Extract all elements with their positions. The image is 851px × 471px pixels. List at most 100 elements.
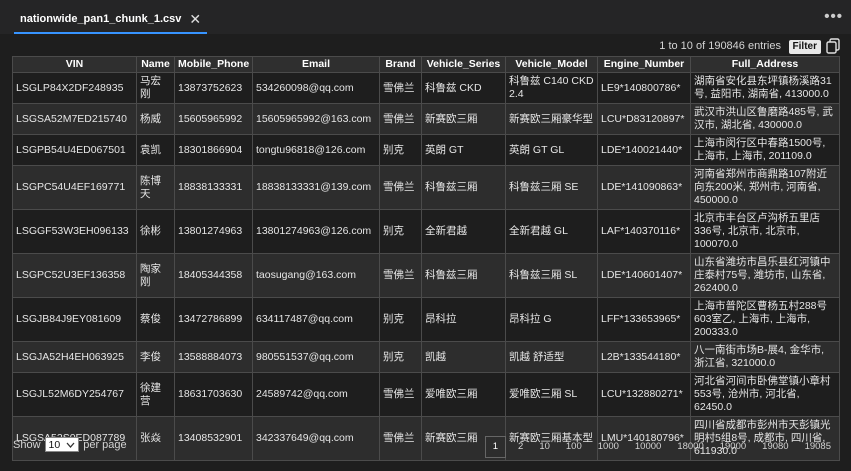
table-cell: LAF*140370116* bbox=[597, 209, 691, 254]
page-button[interactable]: 10 bbox=[531, 437, 558, 457]
table-cell: 18838133331@139.com bbox=[252, 165, 380, 210]
table-row[interactable]: LSGSA52M7ED215740 杨威 15605965992 1560596599… bbox=[12, 103, 840, 135]
table-cell: 英朗 GT GL bbox=[505, 134, 598, 166]
table-cell: 北京市丰台区卢沟桥五里店336号, 北京市, 北京市, 100070.0 bbox=[690, 209, 840, 254]
column-header[interactable]: Vehicle_Series bbox=[421, 56, 506, 73]
table-cell: 全新君越 GL bbox=[505, 209, 598, 254]
column-header[interactable]: Full_Address bbox=[690, 56, 840, 73]
table-row[interactable]: LSGGF53W3EH096133 徐彬 13801274963 1380127496… bbox=[12, 209, 840, 254]
page-button[interactable]: 19000 bbox=[712, 437, 754, 457]
table-cell: 634117487@qq.com bbox=[252, 297, 380, 342]
table-cell: 科鲁兹三厢 bbox=[421, 253, 506, 298]
table-row[interactable]: LSGJL52M6DY254767 徐建营 18631703630 24589742@… bbox=[12, 372, 840, 417]
column-header[interactable]: Vehicle_Model bbox=[505, 56, 598, 73]
column-header[interactable]: Brand bbox=[379, 56, 422, 73]
table-cell: 徐建营 bbox=[136, 372, 175, 417]
page-button[interactable]: 100 bbox=[558, 437, 590, 457]
table-cell: 上海市普陀区曹杨五村288号603室乙, 上海市, 上海市, 200333.0 bbox=[690, 297, 840, 342]
table-row[interactable]: LSGPC52U3EF136358 陶家刚 18405344358 taosugang… bbox=[12, 253, 840, 298]
table-cell: 别克 bbox=[379, 341, 422, 373]
table-cell: LSGPC52U3EF136358 bbox=[12, 253, 137, 298]
column-header[interactable]: Email bbox=[252, 56, 380, 73]
table-cell: 科鲁兹三厢 SL bbox=[505, 253, 598, 298]
table-cell: 雪佛兰 bbox=[379, 253, 422, 298]
table-cell: LSGPC54U4EF169771 bbox=[12, 165, 137, 210]
tab-file[interactable]: nationwide_pan1_chunk_1.csv ✕ bbox=[14, 6, 208, 34]
table-cell: 新赛欧三厢 bbox=[421, 103, 506, 135]
table-cell: 科鲁兹三厢 SE bbox=[505, 165, 598, 210]
page-button[interactable]: 2 bbox=[510, 437, 531, 457]
table-body: LSGLP84X2DF248935 马宏刚 13873752623 534260098… bbox=[12, 72, 840, 461]
table-cell: 13873752623 bbox=[174, 72, 253, 104]
page-button[interactable]: 19085 bbox=[797, 437, 839, 457]
table-cell: LSGPB54U4ED067501 bbox=[12, 134, 137, 166]
close-icon[interactable]: ✕ bbox=[189, 12, 201, 26]
page-size-control: Show 10 per page bbox=[13, 437, 127, 452]
table-cell: 昂科拉 G bbox=[505, 297, 598, 342]
page-button[interactable]: 10000 bbox=[627, 437, 669, 457]
per-page-label: per page bbox=[83, 438, 127, 451]
table-cell: L2B*133544180* bbox=[597, 341, 691, 373]
column-header[interactable]: Mobile_Phone bbox=[174, 56, 253, 73]
table-cell: 雪佛兰 bbox=[379, 165, 422, 210]
table-cell: 湖南省安化县东坪镇杨溪路31号, 益阳市, 湖南省, 413000.0 bbox=[690, 72, 840, 104]
column-header[interactable]: Name bbox=[136, 56, 175, 73]
table-cell: LSGLP84X2DF248935 bbox=[12, 72, 137, 104]
table-cell: 科鲁兹三厢 bbox=[421, 165, 506, 210]
table-cell: 15605965992@163.com bbox=[252, 103, 380, 135]
table-row[interactable]: LSGLP84X2DF248935 马宏刚 13873752623 534260098… bbox=[12, 72, 840, 104]
table-cell: 李俊 bbox=[136, 341, 175, 373]
page-size-value: 10 bbox=[48, 438, 61, 451]
table-cell: LDE*140021440* bbox=[597, 134, 691, 166]
data-table-container: VIN Name Mobile_Phone Email Brand Vehicle_Ser… bbox=[12, 56, 840, 461]
table-cell: 别克 bbox=[379, 209, 422, 254]
table-cell: LSGGF53W3EH096133 bbox=[12, 209, 137, 254]
page-button[interactable]: 1000 bbox=[590, 437, 627, 457]
table-cell: LSGJA52H4EH063925 bbox=[12, 341, 137, 373]
column-header[interactable]: Engine_Number bbox=[597, 56, 691, 73]
page-button[interactable]: 19080 bbox=[754, 437, 796, 457]
table-row[interactable]: LSGJA52H4EH063925 李俊 13588884073 980551537@… bbox=[12, 341, 840, 373]
table-cell: LSGJB84J9EY081609 bbox=[12, 297, 137, 342]
table-cell: 科鲁兹 CKD bbox=[421, 72, 506, 104]
table-cell: 980551537@qq.com bbox=[252, 341, 380, 373]
table-cell: 15605965992 bbox=[174, 103, 253, 135]
table-cell: 爱唯欧三厢 SL bbox=[505, 372, 598, 417]
table-cell: 13588884073 bbox=[174, 341, 253, 373]
table-cell: LDE*141090863* bbox=[597, 165, 691, 210]
pagination: 1 2 10 100 1000 10000 18000 19000 19080 19085 bbox=[484, 436, 839, 458]
table-cell: 24589742@qq.com bbox=[252, 372, 380, 417]
filter-button[interactable]: Filter bbox=[788, 40, 821, 54]
table-cell: 英朗 GT bbox=[421, 134, 506, 166]
table-header-row: VIN Name Mobile_Phone Email Brand Vehicle_Ser… bbox=[12, 56, 840, 73]
table-cell: 雪佛兰 bbox=[379, 103, 422, 135]
tab-bar: nationwide_pan1_chunk_1.csv ✕ ••• bbox=[0, 0, 851, 34]
table-row[interactable]: LSGPC54U4EF169771 陈博天 18838133331 188381333… bbox=[12, 165, 840, 210]
table-cell: 雪佛兰 bbox=[379, 372, 422, 417]
table-row[interactable]: LSGPB54U4ED067501 袁凯 18301866904 tongtu9681… bbox=[12, 134, 840, 166]
chevron-down-icon bbox=[66, 442, 75, 448]
table-cell: 徐彬 bbox=[136, 209, 175, 254]
table-cell: 科鲁兹 C140 CKD 2.4 bbox=[505, 72, 598, 104]
table-cell: LCU*132880271* bbox=[597, 372, 691, 417]
more-icon[interactable]: ••• bbox=[824, 8, 843, 25]
table-cell: 上海市闵行区中春路1500号, 上海市, 上海市, 201109.0 bbox=[690, 134, 840, 166]
table-row[interactable]: LSGJB84J9EY081609 蔡俊 13472786899 634117487@… bbox=[12, 297, 840, 342]
copy-icon[interactable] bbox=[826, 38, 840, 54]
show-label: Show bbox=[13, 438, 41, 451]
table-cell: 马宏刚 bbox=[136, 72, 175, 104]
table-cell: 凯越 bbox=[421, 341, 506, 373]
page-size-select[interactable]: 10 bbox=[44, 437, 80, 452]
table-cell: tongtu96818@126.com bbox=[252, 134, 380, 166]
page-button[interactable]: 18000 bbox=[669, 437, 711, 457]
table-cell: 342337649@qq.com bbox=[252, 416, 380, 461]
table-cell: 全新君越 bbox=[421, 209, 506, 254]
page-button[interactable]: 1 bbox=[484, 436, 507, 458]
table-cell: 河南省郑州市商鼎路107附近向东200米, 郑州市, 河南省, 450000.0 bbox=[690, 165, 840, 210]
table-cell: taosugang@163.com bbox=[252, 253, 380, 298]
column-header[interactable]: VIN bbox=[12, 56, 137, 73]
table-cell: 13801274963 bbox=[174, 209, 253, 254]
table-cell: 18838133331 bbox=[174, 165, 253, 210]
table-cell: 凯越 舒适型 bbox=[505, 341, 598, 373]
tab-title: nationwide_pan1_chunk_1.csv bbox=[20, 13, 182, 25]
